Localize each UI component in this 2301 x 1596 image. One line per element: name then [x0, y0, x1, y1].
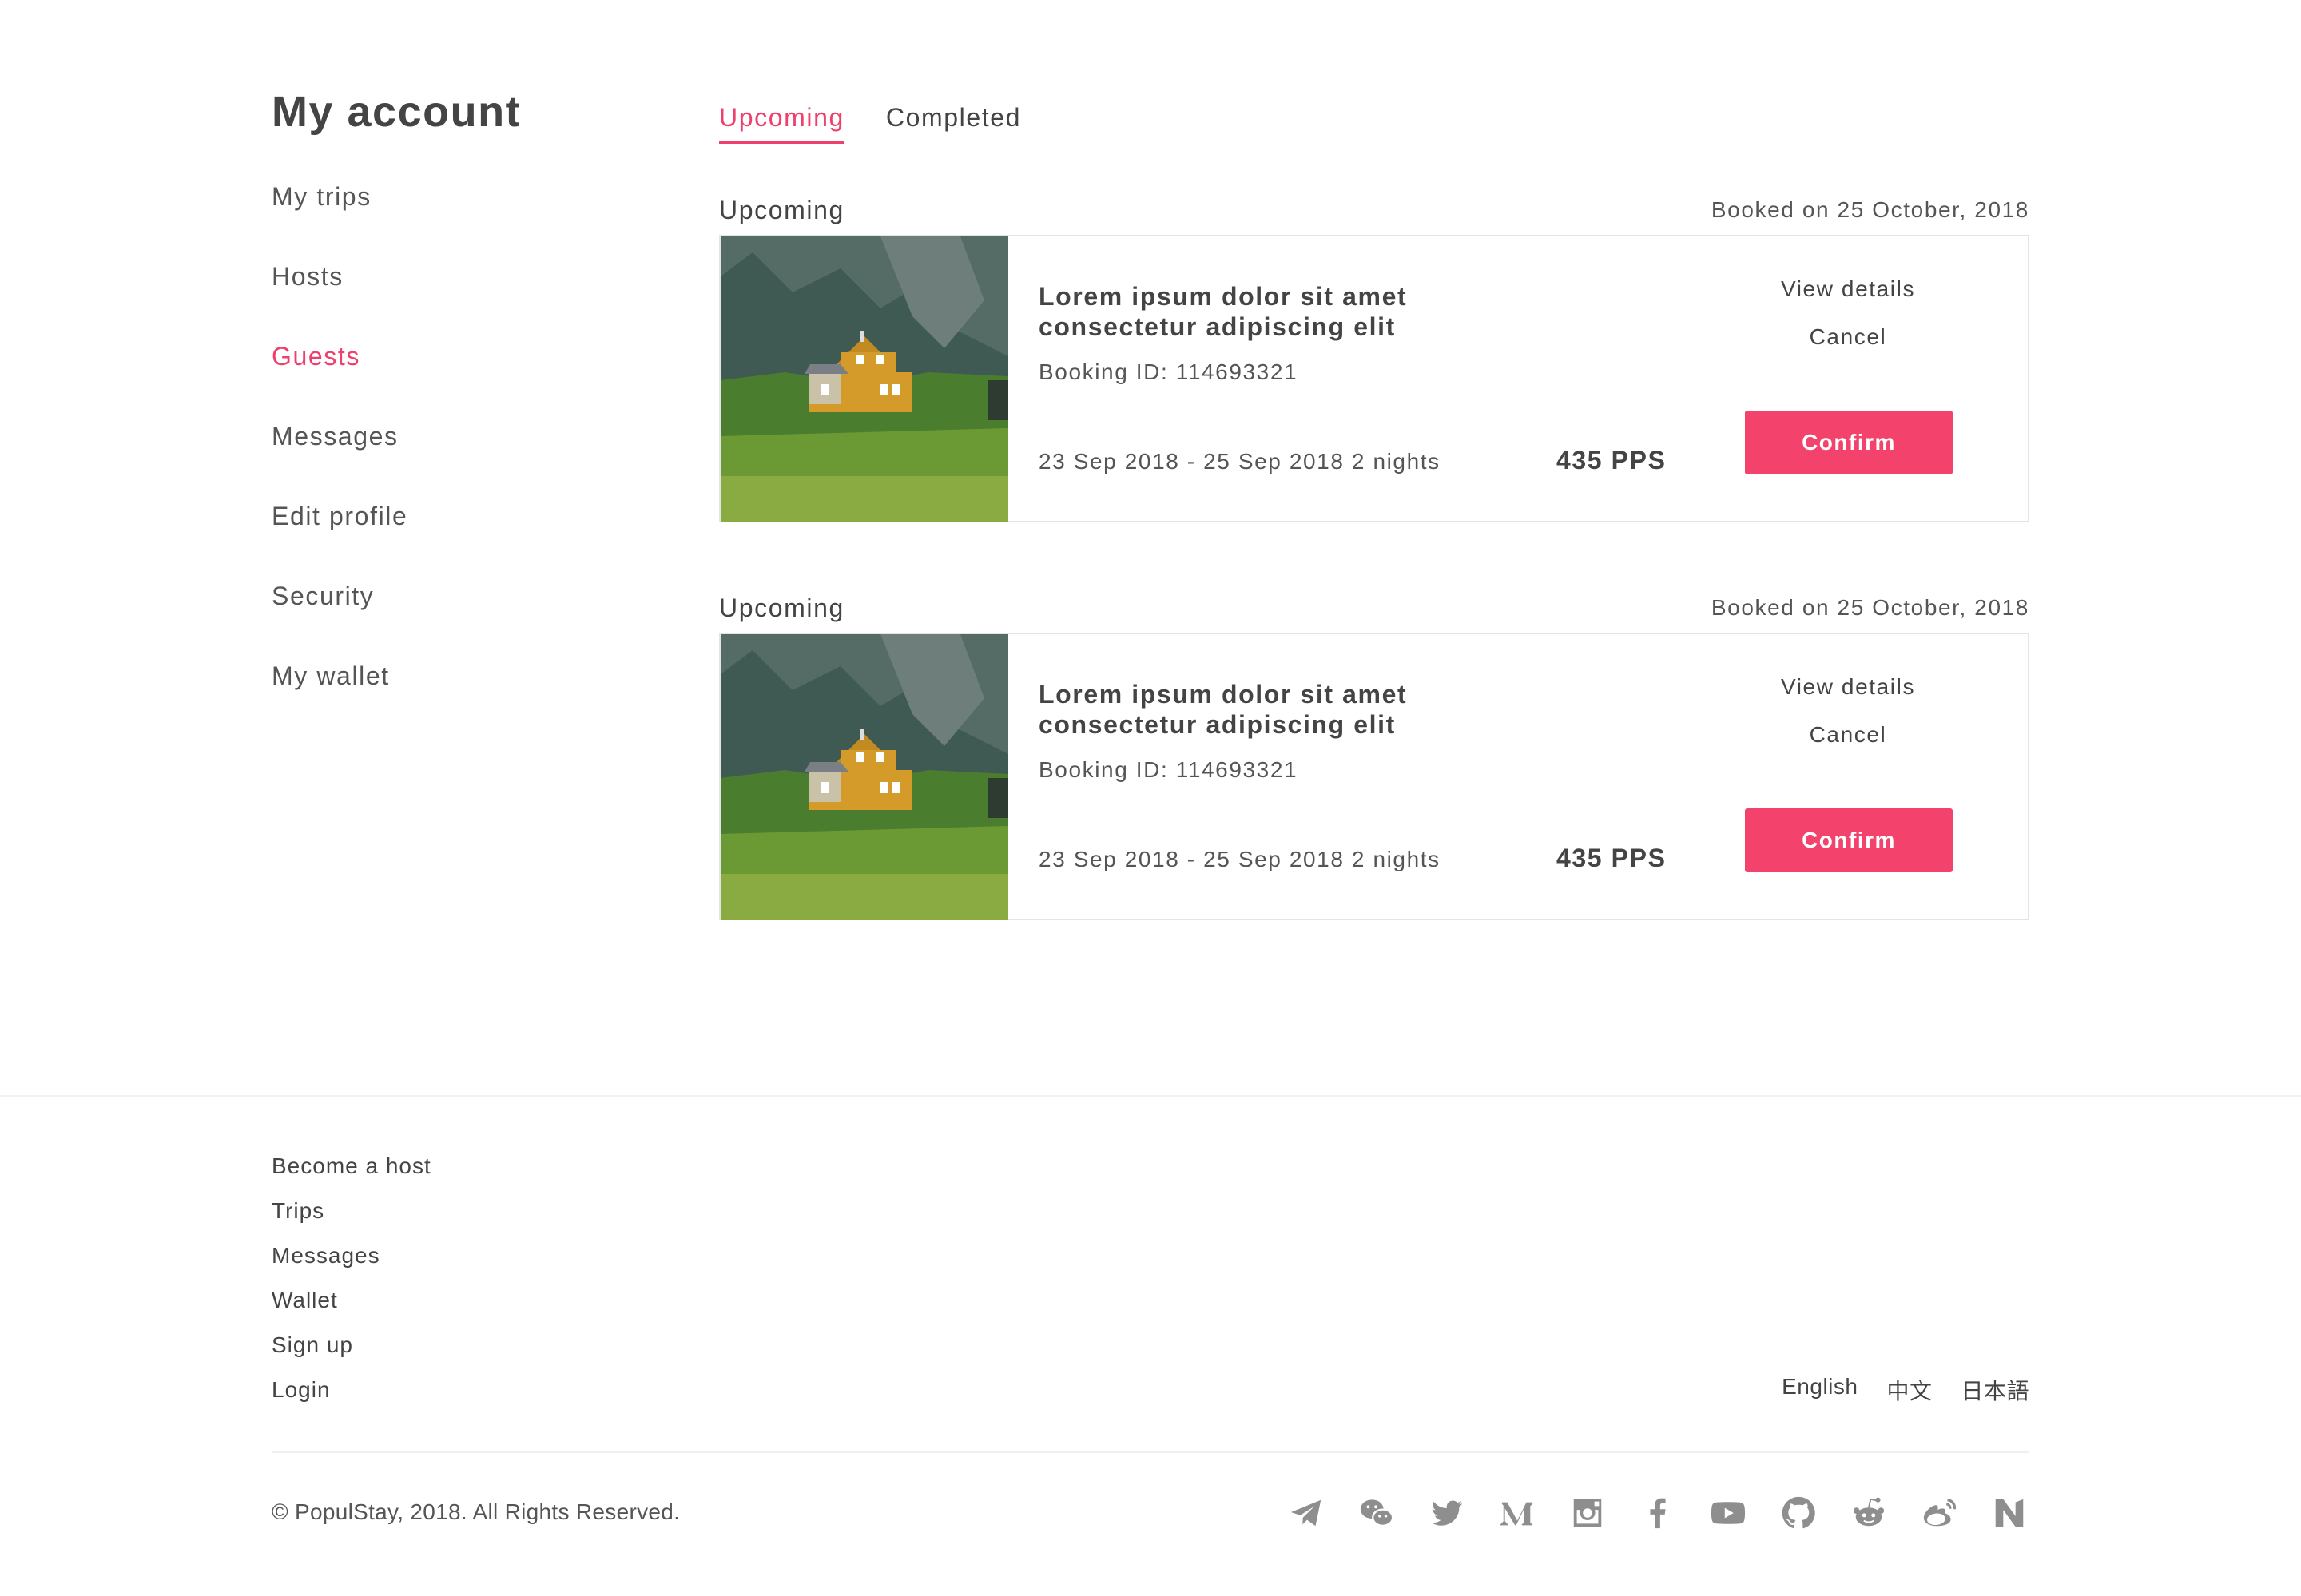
booking-card: Lorem ipsum dolor sit amet consectetur a… — [719, 235, 2029, 522]
sidebar-item-security[interactable]: Security — [272, 577, 655, 657]
booking-info: Lorem ipsum dolor sit amet consectetur a… — [1008, 634, 1716, 919]
telegram-icon[interactable] — [1286, 1493, 1326, 1533]
wechat-icon[interactable] — [1357, 1493, 1397, 1533]
sidebar-nav: My trips Hosts Guests Messages Edit prof… — [272, 177, 655, 736]
footer-nav: Become a host Trips Messages Wallet Sign… — [272, 1150, 431, 1419]
sidebar: My account My trips Hosts Guests Message… — [272, 83, 655, 736]
footer-link-sign-up[interactable]: Sign up — [272, 1329, 431, 1374]
weibo-icon[interactable] — [1919, 1493, 1959, 1533]
cancel-link[interactable]: Cancel — [1716, 722, 1980, 748]
page-title: My account — [272, 88, 522, 136]
listing-title[interactable]: Lorem ipsum dolor sit amet consectetur a… — [1039, 679, 1486, 740]
booking-id: Booking ID: 114693321 — [1039, 757, 1298, 782]
booking-id: Booking ID: 114693321 — [1039, 359, 1298, 384]
view-details-link[interactable]: View details — [1716, 674, 1980, 700]
language-switcher: English 中文 日本語 — [1782, 1374, 2029, 1406]
sidebar-item-my-trips[interactable]: My trips — [272, 177, 655, 257]
language-japanese[interactable]: 日本語 — [1961, 1374, 2029, 1406]
booking-date: Booked on 25 October, 2018 — [1711, 197, 2029, 222]
confirm-button[interactable]: Confirm — [1745, 411, 1953, 474]
medium-icon[interactable] — [1497, 1493, 1537, 1533]
booking-header: Upcoming Booked on 25 October, 2018 — [719, 583, 2029, 633]
page: My account My trips Hosts Guests Message… — [0, 0, 2301, 1596]
sidebar-item-guests[interactable]: Guests — [272, 337, 655, 417]
cancel-link[interactable]: Cancel — [1716, 324, 1980, 350]
tab-bar: Upcoming Completed — [719, 94, 2029, 145]
booking-header: Upcoming Booked on 25 October, 2018 — [719, 185, 2029, 235]
booking-dates: 23 Sep 2018 - 25 Sep 2018 2 nights — [1039, 449, 1441, 474]
main-content: Upcoming Completed Upcoming Booked on 25… — [719, 94, 2029, 920]
footer-link-become-host[interactable]: Become a host — [272, 1150, 431, 1195]
booking-price: 435 PPS — [1556, 446, 1667, 474]
language-chinese[interactable]: 中文 — [1886, 1374, 1932, 1406]
sidebar-item-hosts[interactable]: Hosts — [272, 257, 655, 337]
github-icon[interactable] — [1778, 1493, 1818, 1533]
reddit-icon[interactable] — [1849, 1493, 1889, 1533]
facebook-icon[interactable] — [1638, 1493, 1678, 1533]
booking-price: 435 PPS — [1556, 844, 1667, 872]
twitter-icon[interactable] — [1427, 1493, 1467, 1533]
booking-dates: 23 Sep 2018 - 25 Sep 2018 2 nights — [1039, 847, 1441, 871]
confirm-button[interactable]: Confirm — [1745, 808, 1953, 872]
sidebar-item-messages[interactable]: Messages — [272, 417, 655, 497]
footer-border — [0, 1095, 2301, 1097]
booking-info: Lorem ipsum dolor sit amet consectetur a… — [1008, 236, 1716, 521]
footer-link-trips[interactable]: Trips — [272, 1195, 431, 1240]
booking-item: Upcoming Booked on 25 October, 2018 Lore… — [719, 583, 2029, 920]
sidebar-item-my-wallet[interactable]: My wallet — [272, 657, 655, 736]
footer-link-login[interactable]: Login — [272, 1374, 431, 1419]
view-details-link[interactable]: View details — [1716, 276, 1980, 302]
youtube-icon[interactable] — [1708, 1493, 1748, 1533]
tab-upcoming[interactable]: Upcoming — [719, 94, 844, 144]
booking-actions: View details Cancel Confirm — [1716, 634, 2028, 919]
booking-status: Upcoming — [719, 593, 844, 622]
language-english[interactable]: English — [1782, 1374, 1858, 1406]
tab-completed[interactable]: Completed — [886, 94, 1021, 144]
listing-title[interactable]: Lorem ipsum dolor sit amet consectetur a… — [1039, 281, 1486, 342]
footer-link-messages[interactable]: Messages — [272, 1240, 431, 1284]
neo-icon[interactable] — [1989, 1493, 2029, 1533]
booking-status: Upcoming — [719, 195, 844, 224]
sidebar-item-edit-profile[interactable]: Edit profile — [272, 497, 655, 577]
booking-item: Upcoming Booked on 25 October, 2018 Lore… — [719, 185, 2029, 522]
booking-actions: View details Cancel Confirm — [1716, 236, 2028, 521]
footer-divider — [272, 1451, 2029, 1453]
instagram-icon[interactable] — [1568, 1493, 1608, 1533]
copyright: © PopulStay, 2018. All Rights Reserved. — [272, 1499, 681, 1524]
listing-photo[interactable] — [721, 236, 1008, 522]
booking-date: Booked on 25 October, 2018 — [1711, 595, 2029, 620]
listing-photo[interactable] — [721, 634, 1008, 920]
social-links — [1286, 1493, 2029, 1533]
booking-card: Lorem ipsum dolor sit amet consectetur a… — [719, 633, 2029, 920]
footer-link-wallet[interactable]: Wallet — [272, 1284, 431, 1329]
